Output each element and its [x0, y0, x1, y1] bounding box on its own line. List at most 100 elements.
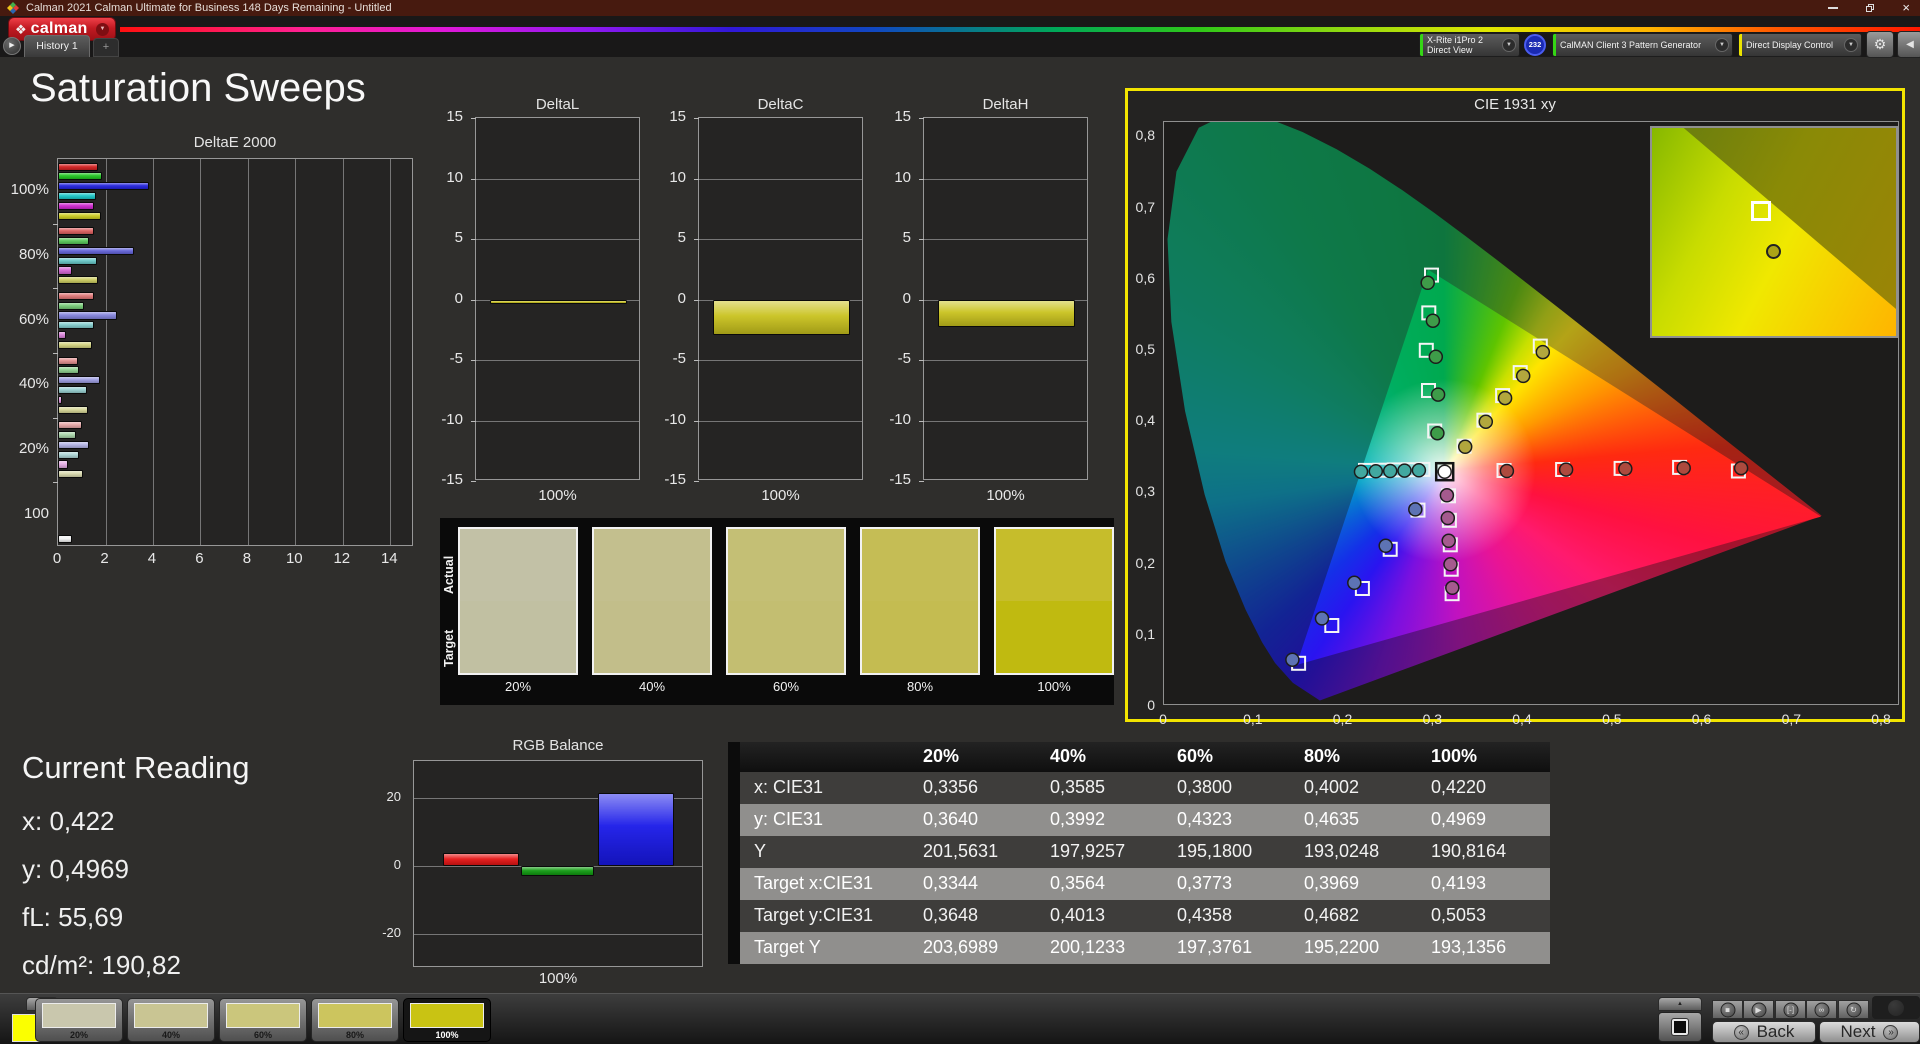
settings-gear-button[interactable]: ⚙: [1866, 31, 1894, 58]
gridline: [699, 360, 862, 361]
axis-tick: [471, 421, 476, 422]
play-button[interactable]: ▶: [1743, 1000, 1774, 1019]
cie-ytick: 0,5: [1129, 341, 1155, 357]
display-control-dropdown[interactable]: Direct Display Control ▼: [1738, 33, 1862, 57]
rgb-bar-green: [521, 866, 594, 876]
pattern-swatch-button-60%[interactable]: 60%: [219, 998, 307, 1042]
table-cell: 0,3585: [1040, 772, 1167, 804]
table-row: Target x:CIE310,33440,35640,37730,39690,…: [728, 868, 1550, 900]
axis-tick: [919, 360, 924, 361]
table-cell: 200,1233: [1040, 932, 1167, 964]
chevron-down-icon[interactable]: ▼: [1715, 38, 1729, 52]
swatch-label: 20%: [458, 679, 578, 694]
pattern-swatch-button-20%[interactable]: 20%: [35, 998, 123, 1042]
current-reading-title: Current Reading: [22, 750, 249, 786]
deltaC-ytick: 15: [650, 108, 686, 126]
rgb-balance-title: RGB Balance: [413, 737, 703, 754]
table-cell: 0,3773: [1167, 868, 1294, 900]
table-cell: 0,4323: [1167, 804, 1294, 836]
tab-add-button[interactable]: +: [93, 38, 119, 57]
table-row-label: y: CIE31: [740, 804, 913, 836]
pattern-swatch-button-80%[interactable]: 80%: [311, 998, 399, 1042]
back-button[interactable]: « Back: [1712, 1021, 1816, 1043]
reading-2: y: 0,4969: [22, 854, 129, 885]
stop-button[interactable]: ■: [1712, 1000, 1743, 1019]
deltaC-ytick: -15: [650, 471, 686, 489]
restore-icon[interactable]: [1866, 4, 1874, 12]
cie-xtick: 0,5: [1598, 711, 1626, 727]
close-icon[interactable]: ×: [1902, 0, 1910, 16]
rgb-ytick: 0: [373, 856, 401, 874]
chevron-down-icon[interactable]: ▼: [1502, 38, 1516, 52]
chevrons-left-icon: «: [1734, 1025, 1749, 1040]
cie-xtick: 0,3: [1418, 711, 1446, 727]
swatch-button-label: 20%: [36, 1030, 122, 1040]
deltae-bar-100%-yellow: [58, 212, 101, 220]
status-led: [1872, 996, 1920, 1019]
rgb-balance-plot: [413, 760, 703, 967]
deltae-group-label: 100%: [5, 181, 49, 199]
deltaL-title: DeltaL: [475, 96, 640, 113]
deltae-group-label: 100: [5, 505, 49, 523]
pattern-generator-dropdown[interactable]: CalMAN Client 3 Pattern Generator ▼: [1552, 33, 1733, 57]
gridline: [414, 934, 702, 935]
minimize-icon[interactable]: [1828, 7, 1838, 9]
axis-tick: [694, 118, 699, 119]
cie-xtick: 0,4: [1508, 711, 1536, 727]
deltaC-bar: [713, 300, 850, 335]
table-row: Y201,5631197,9257195,1800193,0248190,816…: [728, 836, 1550, 868]
app-icon: [7, 2, 19, 14]
deltaH-xlabel: 100%: [923, 487, 1088, 504]
table-cell: 193,1356: [1421, 932, 1548, 964]
tab-history-1[interactable]: History 1: [24, 35, 90, 57]
deltaL-ytick: 0: [427, 290, 463, 308]
titlebar: Calman 2021 Calman Ultimate for Business…: [0, 0, 1920, 16]
gridline: [295, 159, 296, 545]
swatch-button-label: 60%: [220, 1030, 306, 1040]
swatch-color: [318, 1003, 392, 1028]
pattern-swatch-button-40%[interactable]: 40%: [127, 998, 215, 1042]
frame-advance-button[interactable]: [-]: [1775, 1000, 1806, 1019]
cie-ytick: 0,8: [1129, 127, 1155, 143]
table-cell: 197,9257: [1040, 836, 1167, 868]
read-continuous-button[interactable]: [1658, 1012, 1702, 1042]
pattern-swatch-button-100%[interactable]: 100%: [403, 998, 491, 1042]
rgb-balance-xlabel: 100%: [413, 970, 703, 987]
swatch-label: 60%: [726, 679, 846, 694]
results-table: 20%40%60%80%100%x: CIE310,33560,35850,38…: [728, 742, 1550, 964]
axis-tick: [53, 224, 58, 225]
chevron-down-icon[interactable]: ▼: [1844, 38, 1858, 52]
gridline: [924, 239, 1087, 240]
refresh-button[interactable]: ↻: [1838, 1000, 1869, 1019]
next-label: Next: [1841, 1022, 1876, 1042]
next-button[interactable]: Next »: [1819, 1021, 1920, 1043]
table-cell: 0,4682: [1294, 900, 1421, 932]
read-popup-button[interactable]: ▲: [1658, 997, 1702, 1011]
axis-tick: [53, 288, 58, 289]
table-cell: 0,3356: [913, 772, 1040, 804]
axis-tick: [694, 239, 699, 240]
collapse-panel-button[interactable]: ◀: [1897, 31, 1920, 58]
table-cell: 0,4193: [1421, 868, 1548, 900]
frame-advance-icon: [-]: [1783, 1002, 1798, 1017]
table-header-row: 20%40%60%80%100%: [728, 742, 1550, 772]
deltae-xtick: 8: [232, 550, 262, 567]
deltae-bar-60%-cyan: [58, 321, 94, 329]
continuous-loop-icon: ∞: [1814, 1002, 1829, 1017]
gridline: [924, 179, 1087, 180]
meter-badge[interactable]: 232: [1524, 34, 1546, 56]
deltae-bar-100-white: [58, 535, 72, 543]
axis-tick: [53, 482, 58, 483]
deltaL-bar: [490, 300, 627, 305]
inset-target-marker: [1751, 201, 1771, 221]
meter-dropdown[interactable]: X-Rite i1Pro 2 Direct View ▼: [1419, 33, 1520, 57]
axis-tick: [471, 239, 476, 240]
calman-diamond-icon: ❖: [15, 23, 27, 36]
chevron-down-icon[interactable]: ▼: [96, 23, 109, 36]
deltae-xtick: 10: [279, 550, 309, 567]
tab-scroll-button[interactable]: ▶: [3, 37, 21, 55]
cie-xtick: 0,1: [1239, 711, 1267, 727]
table-cell: 0,4002: [1294, 772, 1421, 804]
continuous-loop-button[interactable]: ∞: [1806, 1000, 1837, 1019]
deltae-group-label: 60%: [5, 311, 49, 329]
